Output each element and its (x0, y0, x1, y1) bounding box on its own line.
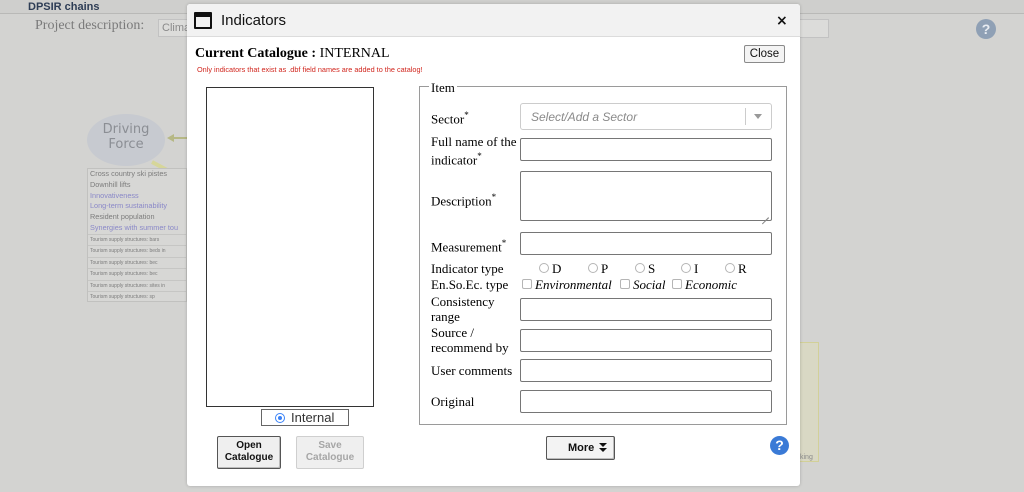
list-item: Tourism supply structures: bars (88, 235, 186, 247)
source-label: Source / recommend by (431, 325, 509, 355)
list-item: Tourism supply structures: beds in (88, 246, 186, 258)
radio-icon[interactable] (539, 263, 549, 273)
sector-select[interactable]: Select/Add a Sector (520, 103, 772, 130)
description-textarea[interactable] (520, 171, 772, 221)
list-item: Tourism supply structures: bec (88, 258, 186, 270)
app-title: DPSIR chains (28, 1, 100, 13)
checkbox-icon[interactable] (620, 279, 630, 289)
list-item: Resident population (90, 212, 155, 222)
ensoec-type-label: En.So.Ec. type (431, 277, 509, 292)
internal-radio-label: Internal (291, 410, 335, 425)
list-item: Tourism supply structures: bec (88, 269, 186, 281)
radio-icon[interactable] (635, 263, 645, 273)
current-catalogue-label: Current Catalogue : (195, 46, 317, 61)
full-name-label: Full name of the indicator* (431, 134, 517, 168)
driving-force-indicator-list: Cross country ski pistes Downhill lifts … (87, 168, 187, 302)
sector-label: Sector* (431, 110, 469, 127)
radio-icon[interactable] (588, 263, 598, 273)
indicator-type-label: Indicator type (431, 261, 504, 276)
driving-force-node[interactable]: Driving Force (87, 114, 165, 166)
checkbox-label: Economic (685, 277, 737, 292)
driving-force-label: Driving Force (102, 122, 150, 152)
list-item: Cross country ski pistes (90, 169, 168, 178)
source-input[interactable] (520, 329, 772, 352)
current-catalogue-value: INTERNAL (319, 46, 390, 61)
radio-label: D (552, 261, 562, 276)
radio-icon[interactable] (681, 263, 691, 273)
arrow-icon (167, 134, 188, 142)
save-catalogue-label: Catalogue (305, 452, 355, 463)
open-catalogue-label: Catalogue (224, 452, 274, 463)
checkbox-icon[interactable] (672, 279, 682, 289)
more-button-label: More (568, 442, 595, 454)
radio-label: S (648, 261, 656, 276)
save-catalogue-label: Save (318, 440, 342, 451)
list-item: Tourism supply structures: sp (90, 294, 155, 301)
user-comments-input[interactable] (520, 359, 772, 382)
item-legend: Item (429, 80, 457, 96)
original-input[interactable] (520, 390, 772, 413)
background-panel (798, 342, 819, 462)
consistency-range-input[interactable] (520, 298, 772, 321)
double-chevron-down-icon (599, 443, 608, 455)
dialog-titlebar: Indicators × (187, 4, 800, 37)
window-icon (194, 12, 212, 29)
chevron-down-icon[interactable] (754, 114, 762, 119)
user-comments-label: User comments (431, 363, 513, 378)
catalogue-selector[interactable]: Internal (261, 409, 349, 426)
close-icon[interactable]: × (776, 13, 788, 29)
measurement-input[interactable] (520, 232, 772, 255)
dialog-title: Indicators (221, 12, 287, 29)
checkbox-icon[interactable] (522, 279, 532, 289)
internal-radio[interactable] (275, 413, 285, 423)
background-help-icon[interactable]: ? (976, 19, 996, 39)
background-input[interactable] (798, 19, 829, 38)
radio-label: R (738, 261, 747, 276)
list-item: Downhill lifts (90, 179, 131, 189)
indicator-listbox[interactable] (206, 87, 374, 407)
list-item: Innovativeness (90, 190, 139, 200)
checkbox-label: Environmental (535, 277, 612, 292)
checkbox-label: Social (633, 277, 666, 292)
project-description-input[interactable]: Clima (158, 19, 190, 37)
save-catalogue-button: Save Catalogue (296, 436, 364, 469)
radio-label: I (694, 261, 699, 276)
list-item: Tourism supply structures: sites in (88, 281, 186, 293)
measurement-label: Measurement* (431, 238, 507, 255)
project-description-label: Project description: (35, 18, 145, 33)
list-item: Long-term sustainability (90, 201, 168, 211)
help-icon[interactable]: ? (770, 436, 789, 455)
original-label: Original (431, 394, 475, 409)
list-item: Synergies with summer tou (88, 223, 186, 235)
select-separator (745, 108, 746, 125)
catalog-note: Only indicators that exist as .dbf field… (197, 65, 423, 74)
indicators-dialog: Indicators × Current Catalogue : INTERNA… (187, 4, 800, 486)
open-catalogue-label: Open (236, 440, 262, 451)
open-catalogue-button[interactable]: Open Catalogue (217, 436, 281, 469)
radio-icon[interactable] (725, 263, 735, 273)
close-button[interactable]: Close (744, 45, 785, 63)
more-button[interactable]: More (546, 436, 615, 460)
current-catalogue: Current Catalogue : INTERNAL (195, 46, 390, 62)
sector-placeholder: Select/Add a Sector (531, 110, 638, 124)
resize-handle-icon[interactable] (762, 211, 769, 218)
full-name-input[interactable] (520, 138, 772, 161)
background-text: king (800, 454, 813, 461)
radio-label: P (601, 261, 609, 276)
consistency-range-label: Consistency range (431, 294, 495, 324)
description-label: Description* (431, 192, 497, 209)
